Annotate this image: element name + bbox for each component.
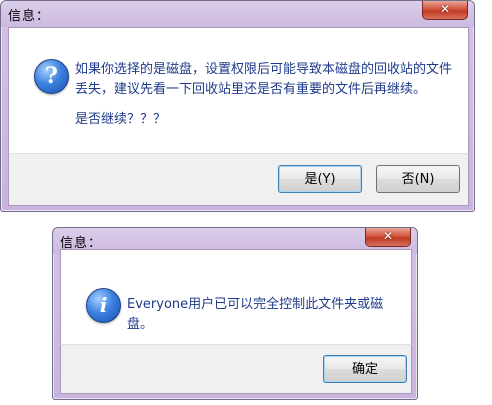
info-icon: i	[86, 288, 121, 323]
close-icon: ✕	[382, 229, 394, 243]
confirm-dialog-question: 是否继续？？？	[75, 112, 167, 127]
info-dialog-footer: 确定	[60, 344, 412, 394]
yes-button[interactable]: 是(Y)	[278, 165, 362, 193]
confirm-dialog: 信息： ✕ ? 如果你选择的是磁盘，设置权限后可能导致本磁盘的回收站的文件丢失，…	[0, 0, 475, 212]
confirm-dialog-footer: 是(Y) 否(N)	[8, 153, 469, 206]
confirm-dialog-titlebar[interactable]: 信息： ✕	[1, 1, 474, 27]
close-icon: ✕	[439, 2, 451, 16]
confirm-dialog-message: 如果你选择的是磁盘，设置权限后可能导致本磁盘的回收站的文件丢失，建议先看一下回收…	[75, 62, 453, 97]
info-dialog: 信息： ✕ i Everyone用户已可以完全控制此文件夹或磁盘。 确定	[52, 227, 418, 400]
confirm-dialog-close-button[interactable]: ✕	[422, 1, 468, 20]
info-dialog-message: Everyone用户已可以完全控制此文件夹或磁盘。	[127, 297, 384, 332]
info-dialog-content: i Everyone用户已可以完全控制此文件夹或磁盘。	[60, 249, 412, 346]
info-dialog-close-button[interactable]: ✕	[365, 228, 411, 247]
no-button[interactable]: 否(N)	[376, 165, 460, 193]
ok-button[interactable]: 确定	[323, 355, 407, 383]
confirm-dialog-title: 信息：	[8, 9, 51, 24]
confirm-dialog-content: ? 如果你选择的是磁盘，设置权限后可能导致本磁盘的回收站的文件丢失，建议先看一下…	[8, 27, 469, 155]
question-icon: ?	[34, 59, 69, 94]
